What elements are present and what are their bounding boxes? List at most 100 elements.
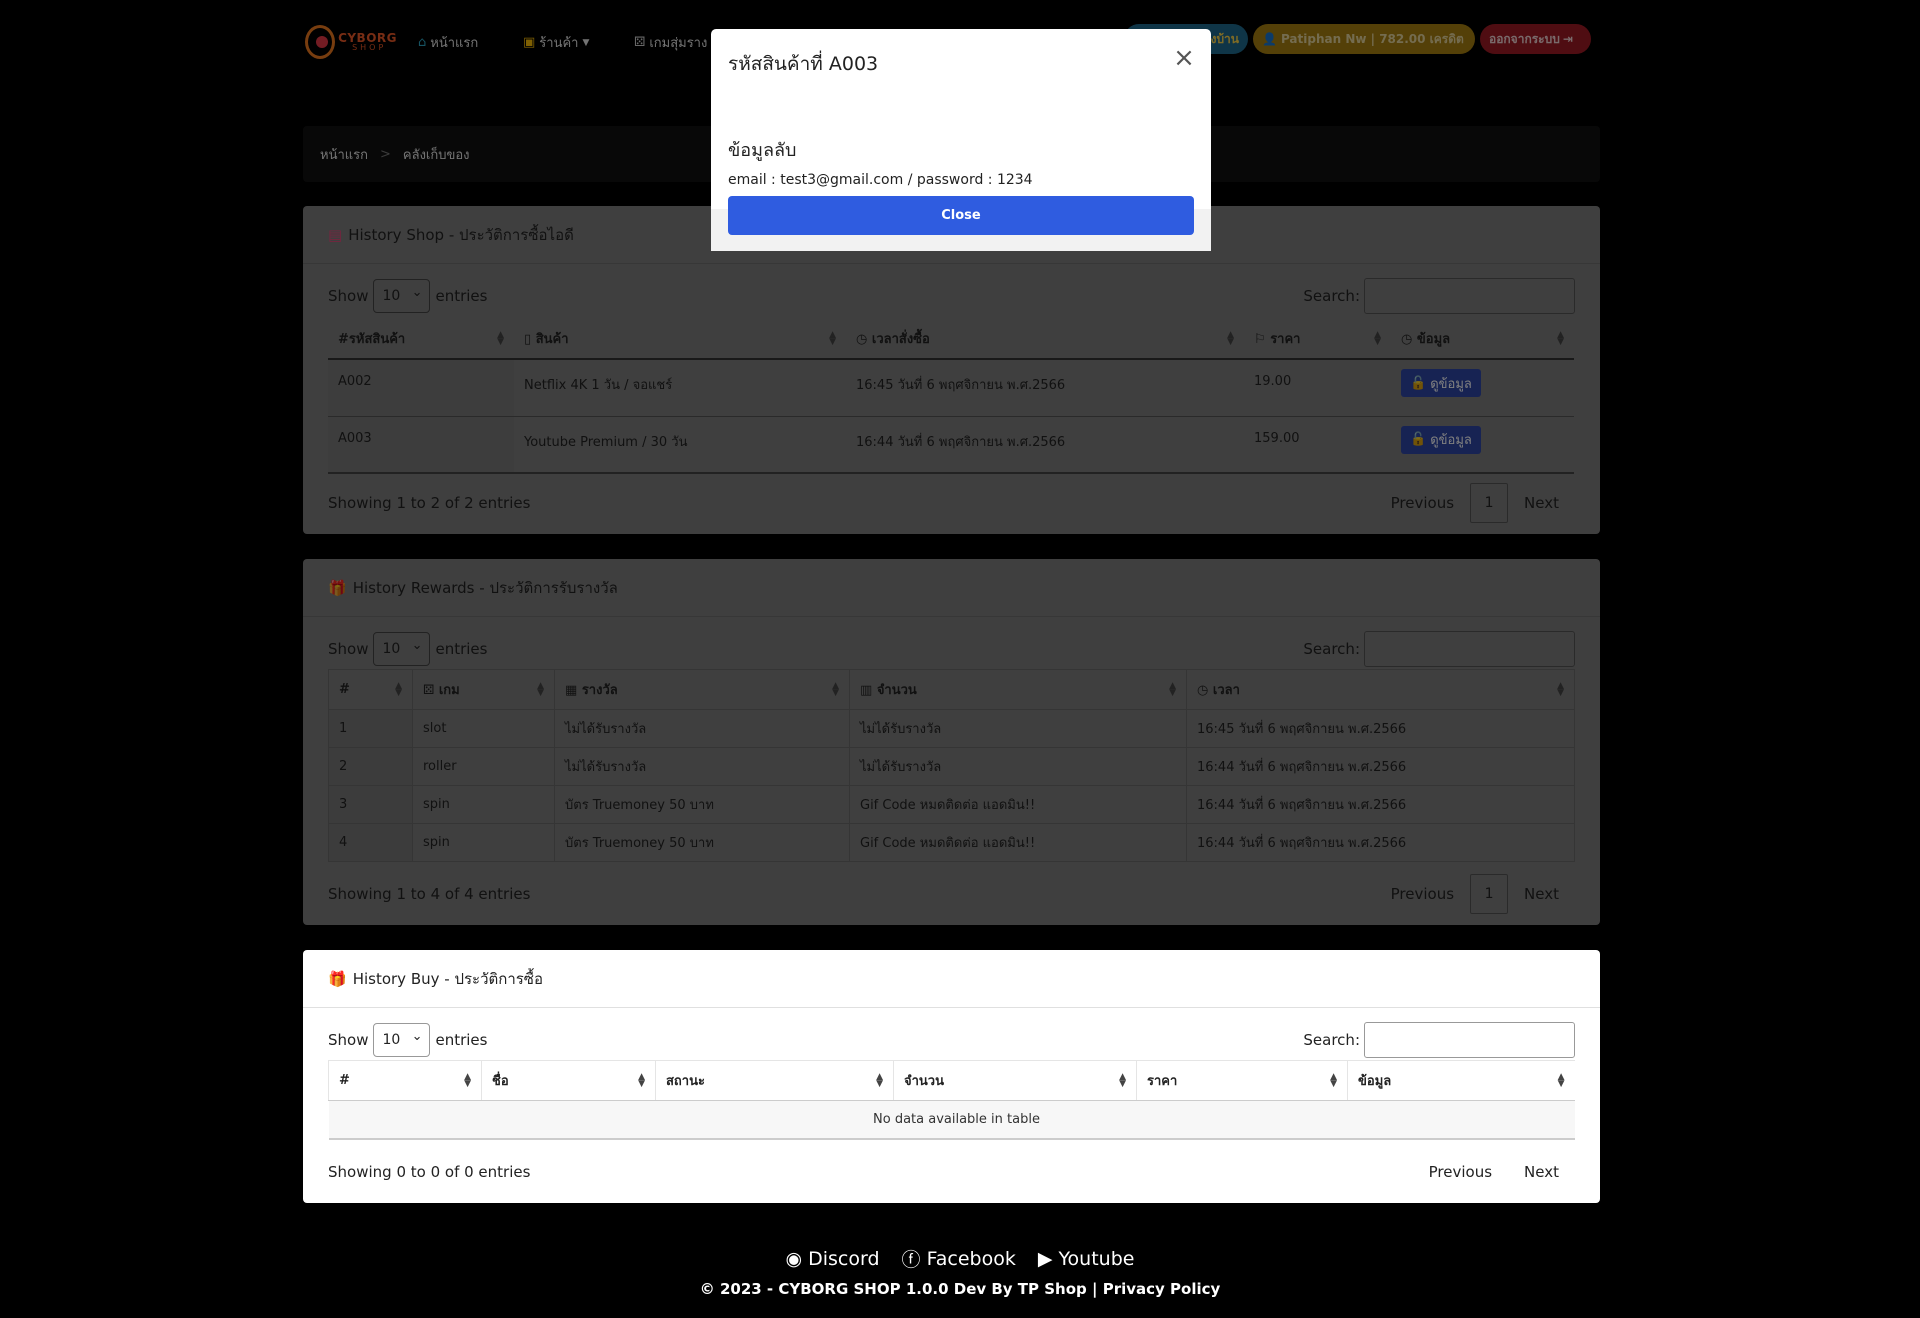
empty-row: No data available in table	[328, 1100, 1575, 1140]
history-shop-table: #รหัสสินค้า ▲ ▼ ▯ สินค้า ▲ ▼ ◷ เวลาสั่งซื้อ ▲…	[328, 319, 1574, 474]
store-icon: ▣	[523, 35, 536, 50]
home-icon: ⌂	[418, 35, 427, 50]
discord-link[interactable]: ◉ Discord	[786, 1245, 880, 1272]
clock-icon: ◷	[1401, 332, 1417, 347]
previous-button[interactable]: Previous	[1375, 885, 1470, 903]
breadcrumb-home[interactable]: หน้าแรก	[320, 144, 368, 165]
page-button[interactable]: 1	[1470, 874, 1509, 914]
modal-close-button[interactable]: Close	[728, 196, 1194, 235]
pagination: Previous 1 Next	[1375, 874, 1575, 914]
column-header[interactable]: ชื่อ ▲ ▼	[481, 1060, 656, 1101]
history-shop-card: ▤ History Shop - ประวัติการซื้อไอดี Show…	[303, 206, 1600, 534]
info-modal: รหัสสินค้าที่ A003 × ข้อมูลลับ email : t…	[711, 29, 1211, 251]
history-rewards-card: 🎁 History Rewards - ประวัติการรับรางวัล …	[303, 559, 1600, 925]
column-header[interactable]: ⚄ เกม ▲ ▼	[412, 669, 555, 710]
file-icon: ▯	[524, 332, 536, 347]
column-header[interactable]: ◷ เวลา ▲ ▼	[1186, 669, 1575, 710]
search-input[interactable]	[1364, 278, 1575, 314]
previous-button[interactable]: Previous	[1413, 1163, 1508, 1181]
caret-down-icon: ▼	[582, 37, 590, 48]
column-header[interactable]: ▯ สินค้า ▲ ▼	[514, 319, 846, 360]
column-header[interactable]: ◷ เวลาสั่งซื้อ ▲ ▼	[846, 319, 1244, 360]
table-info: Showing 0 to 0 of 0 entries	[328, 1163, 531, 1181]
previous-button[interactable]: Previous	[1375, 494, 1470, 512]
view-info-button[interactable]: 🔓 ดูข้อมูล	[1401, 369, 1481, 397]
clock-icon: ◷	[1197, 683, 1213, 698]
logout-button[interactable]: ออกจากระบบ ⇥	[1480, 24, 1591, 54]
entries-select[interactable]: 10	[373, 632, 431, 666]
column-header[interactable]: ▥ จำนวน ▲ ▼	[849, 669, 1187, 710]
column-header[interactable]: ⚐ ราคา ▲ ▼	[1244, 319, 1391, 360]
history-rewards-table: # ▲ ▼ ⚄ เกม ▲ ▼ ▦ รางวัล ▲ ▼ ▥ จำนวน ▲ ▼ ◷ เวลา ▲…	[328, 669, 1575, 862]
table-search: Search:	[1303, 631, 1575, 667]
dice-icon: ⚄	[423, 683, 439, 698]
gift-icon: 🎁	[328, 969, 347, 988]
gift-icon: 🎁	[328, 578, 347, 597]
search-input[interactable]	[1364, 1022, 1575, 1058]
next-button[interactable]: Next	[1508, 885, 1575, 903]
column-header[interactable]: ▦ รางวัล ▲ ▼	[554, 669, 850, 710]
user-icon: 👤	[1262, 32, 1277, 46]
entries-length: Show 10 entries	[328, 279, 487, 313]
facebook-link[interactable]: ⓕ Facebook	[902, 1245, 1016, 1272]
close-icon[interactable]: ×	[1172, 45, 1196, 71]
table-row: 2 roller ไม่ได้รับรางวัล ไม่ได้รับรางวัล…	[328, 747, 1575, 786]
history-rewards-header: 🎁 History Rewards - ประวัติการรับรางวัล	[303, 559, 1600, 617]
table-row: 1 slot ไม่ได้รับรางวัล ไม่ได้รับรางวัล 1…	[328, 709, 1575, 748]
gift-icon: ▦	[565, 683, 582, 698]
user-credit-badge[interactable]: 👤 Patiphan Nw | 782.00 เครดิต	[1253, 24, 1475, 54]
history-buy-card: 🎁 History Buy - ประวัติการซื้อ Show 10 e…	[303, 950, 1600, 1203]
history-buy-table: # ▲ ▼ ชื่อ ▲ ▼ สถานะ ▲ ▼ จำนวน ▲ ▼ ราคา ▲ ▼ ข้อมูล…	[328, 1060, 1575, 1140]
history-buy-header: 🎁 History Buy - ประวัติการซื้อ	[303, 950, 1600, 1008]
nav-shop-dropdown[interactable]: ▣ ร้านค้า ▼	[523, 32, 589, 53]
column-header[interactable]: #รหัสสินค้า ▲ ▼	[328, 319, 514, 360]
table-row: 4 spin บัตร Truemoney 50 บาท Gif Code หม…	[328, 823, 1575, 862]
box-icon: ▤	[328, 225, 343, 244]
entries-select[interactable]: 10	[373, 279, 431, 313]
logo-text-line2: SHOP	[352, 43, 387, 52]
discord-icon: ◉	[785, 1247, 803, 1270]
table-info: Showing 1 to 2 of 2 entries	[328, 494, 531, 512]
barcode-icon: ▥	[860, 683, 877, 698]
clock-icon: ◷	[856, 332, 872, 347]
facebook-icon: ⓕ	[901, 1249, 921, 1271]
column-header[interactable]: จำนวน ▲ ▼	[893, 1060, 1137, 1101]
entries-length: Show 10 entries	[328, 632, 487, 666]
flag-icon: ⚐	[1254, 332, 1271, 347]
column-header[interactable]: ◷ ข้อมูล ▲ ▼	[1391, 319, 1574, 360]
page-button[interactable]: 1	[1470, 483, 1509, 523]
next-button[interactable]: Next	[1508, 494, 1575, 512]
breadcrumb-current: คลังเก็บของ	[402, 147, 470, 163]
column-header[interactable]: สถานะ ▲ ▼	[655, 1060, 894, 1101]
entries-length: Show 10 entries	[328, 1023, 487, 1057]
table-search: Search:	[1303, 1022, 1575, 1058]
sign-out-icon: ⇥	[1562, 32, 1573, 46]
column-header[interactable]: # ▲ ▼	[328, 669, 413, 710]
column-header[interactable]: ราคา ▲ ▼	[1136, 1060, 1348, 1101]
table-search: Search:	[1303, 278, 1575, 314]
logo[interactable]: CYBORG SHOP	[305, 22, 397, 62]
column-header[interactable]: ข้อมูล ▲ ▼	[1347, 1060, 1575, 1101]
dice-icon: ⚄	[634, 35, 646, 50]
footer-links: ◉ Discord ⓕ Facebook ▶ Youtube	[0, 1245, 1920, 1272]
youtube-icon: ▶	[1037, 1247, 1053, 1270]
unlock-icon: 🔓	[1410, 375, 1427, 391]
view-info-button[interactable]: 🔓 ดูข้อมูล	[1401, 425, 1481, 454]
breadcrumb-separator: >	[380, 146, 391, 162]
nav-home-link[interactable]: ⌂ หน้าแรก	[418, 32, 478, 53]
unlock-icon: 🔓	[1410, 432, 1427, 447]
modal-title: รหัสสินค้าที่ A003	[728, 53, 879, 75]
table-row: A002 Netflix 4K 1 วัน / จอแชร์ 16:45 วัน…	[328, 359, 1574, 417]
footer-copyright: © 2023 - CYBORG SHOP 1.0.0 Dev By TP Sho…	[699, 1280, 1221, 1298]
table-row: A003 Youtube Premium / 30 วัน 16:44 วันท…	[328, 416, 1574, 474]
table-row: 3 spin บัตร Truemoney 50 บาท Gif Code หม…	[328, 785, 1575, 824]
modal-secret-text: email : test3@gmail.com / password : 123…	[728, 172, 1033, 188]
modal-heading: ข้อมูลลับ	[728, 140, 797, 161]
pagination: Previous 1 Next	[1375, 483, 1575, 523]
youtube-link[interactable]: ▶ Youtube	[1038, 1245, 1135, 1272]
next-button[interactable]: Next	[1508, 1163, 1575, 1181]
column-header[interactable]: # ▲ ▼	[328, 1060, 482, 1101]
nav-game-link[interactable]: ⚄ เกมสุ่มราง	[634, 32, 707, 53]
search-input[interactable]	[1364, 631, 1575, 667]
entries-select[interactable]: 10	[373, 1023, 431, 1057]
